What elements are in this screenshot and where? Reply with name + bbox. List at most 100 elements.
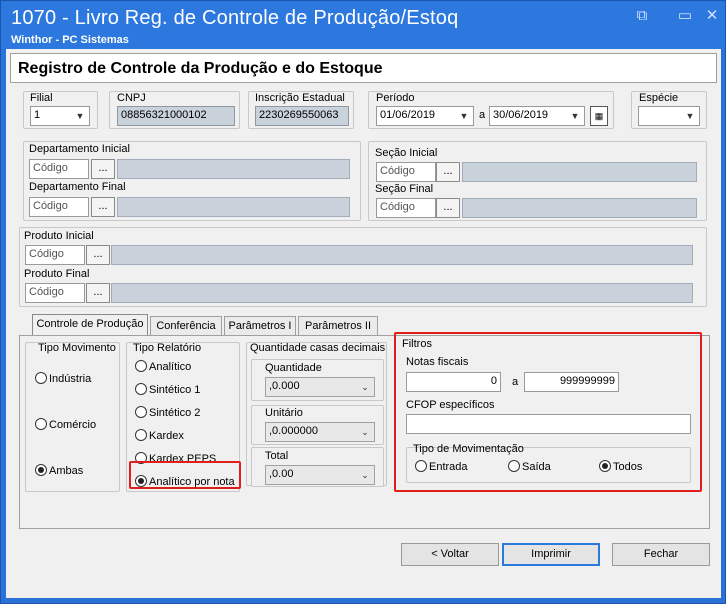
departamento-final-desc <box>117 197 350 217</box>
tab-conferencia[interactable]: Conferência <box>150 316 222 335</box>
chevron-down-icon[interactable]: ⌄ <box>357 379 373 395</box>
ie-field[interactable]: 2230269550063 <box>255 106 349 126</box>
secao-final-input[interactable]: Código <box>376 198 436 218</box>
window-subtitle: Winthor - PC Sistemas <box>11 34 129 46</box>
radio-comercio[interactable]: Comércio <box>35 418 96 431</box>
radio-sintetico-1-label: Sintético 1 <box>149 384 201 396</box>
tab-parametros-i[interactable]: Parâmetros I <box>224 316 296 335</box>
ie-group: Inscrição Estadual 2230269550063 <box>248 91 354 129</box>
especie-select[interactable]: ▼ <box>638 106 700 126</box>
radio-analitico-label: Analítico <box>149 361 192 373</box>
secao-final-browse-button[interactable]: ... <box>436 198 460 218</box>
periodo-sep: a <box>479 109 486 121</box>
quantidade-select[interactable]: ,0.000 ⌄ <box>265 377 375 397</box>
voltar-button[interactable]: < Voltar <box>401 543 499 566</box>
produto-inicial-desc <box>111 245 693 265</box>
client-area: Registro de Controle da Produção e do Es… <box>6 49 721 598</box>
radio-sintetico-2-label: Sintético 2 <box>149 407 201 419</box>
radio-ambas[interactable]: Ambas <box>35 464 83 477</box>
filial-select[interactable]: 1 ▼ <box>30 106 90 126</box>
tab-controle-producao[interactable]: Controle de Produção <box>32 314 148 335</box>
tab-parametros-ii[interactable]: Parâmetros II <box>298 316 378 335</box>
filial-value: 1 <box>34 109 41 121</box>
tipo-relatorio-label: Tipo Relatório <box>133 342 202 354</box>
secao-inicial-input[interactable]: Código <box>376 162 436 182</box>
departamento-inicial-label: Departamento Inicial <box>29 143 130 155</box>
unitario-group: Unitário ,0.000000 ⌄ <box>251 405 384 445</box>
especie-label: Espécie <box>639 92 679 104</box>
filial-label: Filial <box>30 92 53 104</box>
nota-ate-input[interactable]: 999999999 <box>524 372 619 392</box>
produto-inicial-input[interactable]: Código <box>25 245 85 265</box>
radio-saida-label: Saída <box>522 461 551 473</box>
radio-industria-label: Indústria <box>49 373 92 385</box>
fechar-button[interactable]: Fechar <box>612 543 710 566</box>
cfop-label: CFOP específicos <box>406 399 495 411</box>
departamento-inicial-browse-button[interactable]: ... <box>91 159 115 179</box>
radio-dot <box>415 460 427 472</box>
chevron-down-icon[interactable]: ▼ <box>72 108 88 124</box>
chevron-down-icon[interactable]: ⌄ <box>357 467 373 483</box>
radio-todos[interactable]: Todos <box>599 460 642 473</box>
radio-dot <box>135 360 147 372</box>
produto-final-input[interactable]: Código <box>25 283 85 303</box>
quantidade-value: ,0.000 <box>269 380 300 392</box>
periodo-end-value: 30/06/2019 <box>493 109 549 121</box>
total-select[interactable]: ,0.00 ⌄ <box>265 465 375 485</box>
radio-ambas-label: Ambas <box>49 465 84 477</box>
chevron-down-icon[interactable]: ⌄ <box>357 424 373 440</box>
radio-comercio-label: Comércio <box>49 419 97 431</box>
radio-sintetico-2[interactable]: Sintético 2 <box>135 406 200 419</box>
total-value: ,0.00 <box>269 468 294 480</box>
produto-inicial-browse-button[interactable]: ... <box>86 245 110 265</box>
produto-inicial-label: Produto Inicial <box>24 230 94 242</box>
calendar-icon[interactable]: ▦ <box>590 106 608 126</box>
secao-group: Seção Inicial Código ... Seção Final Cód… <box>368 141 707 221</box>
departamento-final-input[interactable]: Código <box>29 197 89 217</box>
filtros-label: Filtros <box>402 338 432 350</box>
secao-final-label: Seção Final <box>375 183 434 195</box>
minimize-icon[interactable]: ▭ <box>674 7 696 25</box>
radio-sintetico-1[interactable]: Sintético 1 <box>135 383 200 396</box>
cfop-input[interactable] <box>406 414 691 434</box>
restore-icon[interactable]: ⧉ <box>631 7 653 25</box>
chevron-down-icon[interactable]: ▼ <box>567 108 583 124</box>
produto-group: Produto Inicial Código ... Produto Final… <box>19 227 707 307</box>
produto-final-label: Produto Final <box>24 268 90 280</box>
secao-inicial-desc <box>462 162 697 182</box>
radio-kardex-label: Kardex <box>149 430 184 442</box>
secao-final-desc <box>462 198 697 218</box>
departamento-final-browse-button[interactable]: ... <box>91 197 115 217</box>
radio-kardex[interactable]: Kardex <box>135 429 184 442</box>
radio-entrada[interactable]: Entrada <box>415 460 468 473</box>
unitario-select[interactable]: ,0.000000 ⌄ <box>265 422 375 442</box>
tipo-movimento-label: Tipo Movimento <box>38 342 116 354</box>
radio-saida[interactable]: Saída <box>508 460 551 473</box>
radio-entrada-label: Entrada <box>429 461 468 473</box>
highlight-box-tipo-relatorio <box>129 461 241 489</box>
cnpj-field[interactable]: 08856321000102 <box>117 106 235 126</box>
chevron-down-icon[interactable]: ▼ <box>682 108 698 124</box>
radio-industria[interactable]: Indústria <box>35 372 91 385</box>
window-title: 1070 - Livro Reg. de Controle de Produçã… <box>11 7 459 29</box>
title-bar[interactable]: 1070 - Livro Reg. de Controle de Produçã… <box>1 1 725 49</box>
chevron-down-icon[interactable]: ▼ <box>456 108 472 124</box>
total-label: Total <box>265 450 289 462</box>
radio-dot-selected <box>35 464 47 476</box>
nota-de-input[interactable]: 0 <box>406 372 501 392</box>
cnpj-label: CNPJ <box>117 92 146 104</box>
casas-decimais-group: Quantidade casas decimais Quantidade ,0.… <box>246 342 387 487</box>
secao-inicial-browse-button[interactable]: ... <box>436 162 460 182</box>
close-icon[interactable]: ✕ <box>701 7 723 25</box>
periodo-start-value: 01/06/2019 <box>380 109 436 121</box>
departamento-group: Departamento Inicial Código ... Departam… <box>23 141 361 221</box>
periodo-start-field[interactable]: 01/06/2019 ▼ <box>376 106 474 126</box>
departamento-inicial-input[interactable]: Código <box>29 159 89 179</box>
imprimir-button[interactable]: Imprimir <box>502 543 600 566</box>
produto-final-browse-button[interactable]: ... <box>86 283 110 303</box>
page-title: Registro de Controle da Produção e do Es… <box>18 60 383 77</box>
tipo-movimentacao-label: Tipo de Movimentação <box>413 443 524 455</box>
periodo-end-field[interactable]: 30/06/2019 ▼ <box>489 106 585 126</box>
departamento-inicial-desc <box>117 159 350 179</box>
radio-analitico[interactable]: Analítico <box>135 360 191 373</box>
